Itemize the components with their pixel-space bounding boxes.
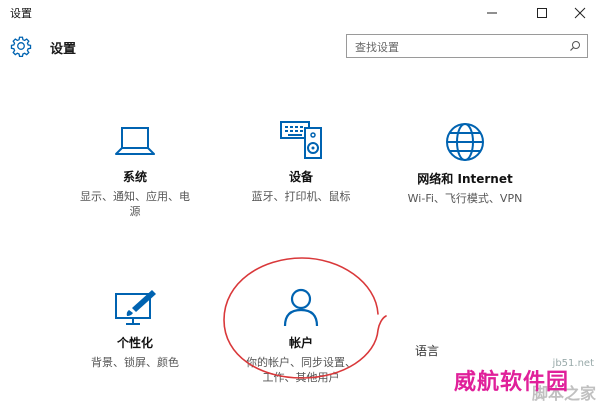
annotation-circle	[223, 257, 387, 379]
globe-icon	[446, 123, 484, 161]
tile-devices-name: 设备	[288, 170, 313, 184]
tile-system-desc-line-1: 显示、通知、应用、电	[80, 190, 190, 203]
tile-system-desc-line-2: 源	[129, 205, 141, 218]
maximize-button[interactable]	[522, 0, 562, 26]
close-button[interactable]	[560, 0, 600, 26]
watermark: jb51.net 脚本之家 威航软件园	[454, 358, 600, 403]
tile-network[interactable]: 网络和 Internet Wi-Fi、飞行模式、VPN	[390, 120, 540, 206]
search-icon[interactable]	[569, 40, 581, 52]
gear-icon	[10, 36, 32, 57]
window-title: 设置	[10, 7, 32, 20]
settings-header: 设置	[0, 26, 600, 66]
maximize-icon	[537, 8, 547, 18]
search-box[interactable]	[346, 34, 588, 58]
tile-personalization-desc: 背景、锁屏、颜色	[60, 355, 210, 370]
tile-network-desc-line-1: Wi-Fi、飞行模式、VPN	[407, 192, 523, 205]
tile-network-name: 网络和 Internet	[417, 172, 513, 186]
minimize-icon	[487, 12, 497, 14]
tile-devices-desc-line-1: 蓝牙、打印机、鼠标	[251, 190, 351, 203]
tile-devices[interactable]: 设备 蓝牙、打印机、鼠标	[226, 118, 376, 204]
tile-personalization[interactable]: 个性化 背景、锁屏、颜色	[60, 288, 210, 370]
tile-devices-desc: 蓝牙、打印机、鼠标	[226, 189, 376, 204]
page-title: 设置	[50, 42, 77, 57]
laptop-icon	[115, 127, 155, 155]
minimize-button[interactable]	[472, 0, 512, 26]
watermark-main: 威航软件园	[454, 370, 570, 395]
paint-monitor-icon	[115, 290, 156, 325]
search-input[interactable]	[353, 37, 567, 57]
tile-system-desc: 显示、通知、应用、电 源	[60, 189, 210, 219]
keyboard-speaker-icon	[280, 121, 322, 159]
tile-system[interactable]: 系统 显示、通知、应用、电 源	[60, 122, 210, 219]
tile-network-desc: Wi-Fi、飞行模式、VPN	[390, 191, 540, 206]
tile-personalization-name: 个性化	[116, 336, 153, 350]
title-bar: 设置	[0, 0, 600, 26]
tile-personalization-desc-line-1: 背景、锁屏、颜色	[91, 356, 179, 369]
tile-system-name: 系统	[122, 170, 147, 184]
close-icon	[574, 7, 586, 19]
